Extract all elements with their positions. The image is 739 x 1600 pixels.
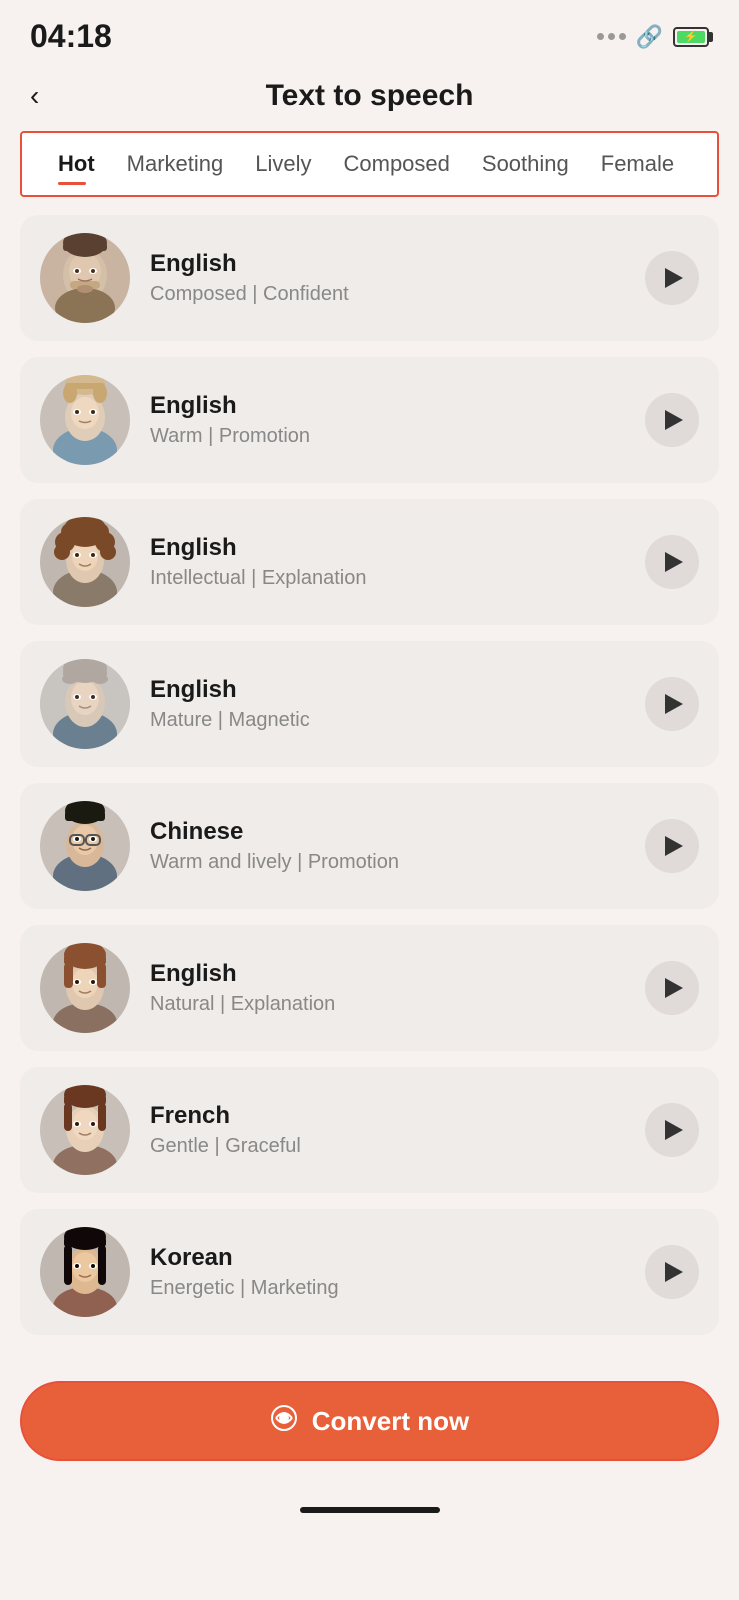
voice-info: English Natural | Explanation [150, 960, 625, 1016]
voice-language: Chinese [150, 818, 625, 846]
voice-tags: Composed | Confident [150, 283, 625, 306]
play-button[interactable] [645, 819, 699, 873]
tab-composed[interactable]: Composed [328, 133, 466, 195]
voice-info: English Warm | Promotion [150, 392, 625, 448]
list-item: English Warm | Promotion [20, 357, 719, 483]
voice-language: English [150, 392, 625, 420]
list-item: Chinese Warm and lively | Promotion [20, 783, 719, 909]
voice-tags: Warm and lively | Promotion [150, 851, 625, 874]
tab-hot[interactable]: Hot [42, 133, 111, 195]
voice-info: Korean Energetic | Marketing [150, 1244, 625, 1300]
voice-language: French [150, 1102, 625, 1130]
voice-tags: Mature | Magnetic [150, 709, 625, 732]
voice-language: English [150, 534, 625, 562]
play-button[interactable] [645, 677, 699, 731]
play-icon [665, 268, 683, 288]
voice-tags: Warm | Promotion [150, 425, 625, 448]
list-item: English Composed | Confident [20, 215, 719, 341]
voice-info: English Mature | Magnetic [150, 676, 625, 732]
convert-container: Convert now [0, 1361, 739, 1491]
play-icon [665, 1262, 683, 1282]
play-button[interactable] [645, 961, 699, 1015]
avatar [40, 233, 130, 323]
tab-female[interactable]: Female [585, 133, 690, 195]
header: ‹ Text to speech [0, 65, 739, 131]
play-icon [665, 836, 683, 856]
page-title: Text to speech [266, 79, 474, 113]
list-item: French Gentle | Graceful [20, 1067, 719, 1193]
avatar [40, 659, 130, 749]
voice-language: Korean [150, 1244, 625, 1272]
back-button[interactable]: ‹ [30, 80, 39, 112]
tab-marketing[interactable]: Marketing [111, 133, 240, 195]
play-icon [665, 552, 683, 572]
list-item: English Intellectual | Explanation [20, 499, 719, 625]
play-button[interactable] [645, 535, 699, 589]
battery-icon: ⚡ [673, 27, 709, 47]
voice-info: English Composed | Confident [150, 250, 625, 306]
home-bar [300, 1507, 440, 1513]
voice-tags: Intellectual | Explanation [150, 567, 625, 590]
play-icon [665, 410, 683, 430]
tab-bar: Hot Marketing Lively Composed Soothing F… [20, 131, 719, 197]
play-button[interactable] [645, 393, 699, 447]
voice-tags: Natural | Explanation [150, 993, 625, 1016]
avatar [40, 1227, 130, 1317]
convert-button[interactable]: Convert now [20, 1381, 719, 1461]
play-icon [665, 694, 683, 714]
list-item: English Natural | Explanation [20, 925, 719, 1051]
tab-lively[interactable]: Lively [239, 133, 327, 195]
voice-info: Chinese Warm and lively | Promotion [150, 818, 625, 874]
avatar [40, 801, 130, 891]
battery-bolt: ⚡ [684, 30, 698, 43]
voice-tags: Gentle | Graceful [150, 1135, 625, 1158]
play-button[interactable] [645, 1103, 699, 1157]
avatar [40, 1085, 130, 1175]
status-time: 04:18 [30, 18, 112, 55]
avatar [40, 375, 130, 465]
voice-language: English [150, 250, 625, 278]
signal-icon [597, 33, 626, 40]
voice-info: French Gentle | Graceful [150, 1102, 625, 1158]
status-icons: 🔗 ⚡ [597, 24, 709, 50]
play-button[interactable] [645, 251, 699, 305]
play-icon [665, 978, 683, 998]
voice-info: English Intellectual | Explanation [150, 534, 625, 590]
list-item: Korean Energetic | Marketing [20, 1209, 719, 1335]
voice-tags: Energetic | Marketing [150, 1277, 625, 1300]
list-item: English Mature | Magnetic [20, 641, 719, 767]
home-indicator [0, 1491, 739, 1523]
play-button[interactable] [645, 1245, 699, 1299]
voice-language: English [150, 960, 625, 988]
convert-label: Convert now [312, 1406, 469, 1437]
tab-soothing[interactable]: Soothing [466, 133, 585, 195]
avatar [40, 517, 130, 607]
link-icon: 🔗 [636, 24, 663, 50]
convert-icon [270, 1404, 298, 1439]
avatar [40, 943, 130, 1033]
status-bar: 04:18 🔗 ⚡ [0, 0, 739, 65]
voice-language: English [150, 676, 625, 704]
voice-list: English Composed | Confident [0, 215, 739, 1351]
play-icon [665, 1120, 683, 1140]
